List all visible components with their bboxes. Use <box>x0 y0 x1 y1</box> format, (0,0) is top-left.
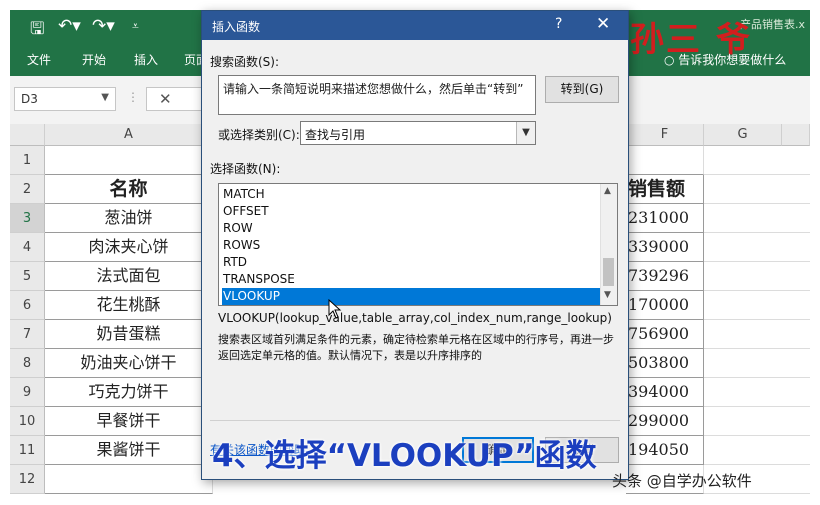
cell-g[interactable] <box>704 233 810 262</box>
scroll-up-icon[interactable]: ▲ <box>604 186 611 196</box>
cell-f[interactable]: 231000 <box>626 204 704 233</box>
cell-a[interactable] <box>45 146 213 175</box>
cell-f[interactable]: 170000 <box>626 291 704 320</box>
watermark: 头条 @自学办公软件 <box>612 472 752 490</box>
select-function-label: 选择函数(N): <box>210 162 281 176</box>
cell-f[interactable]: 739296 <box>626 262 704 291</box>
column-header-blank <box>782 124 810 146</box>
name-box[interactable]: D3 ▼ <box>14 87 116 111</box>
row-header[interactable]: 5 <box>10 262 45 291</box>
chevron-down-icon: ▼ <box>101 92 109 103</box>
cell-a[interactable] <box>45 465 213 494</box>
row-header[interactable]: 10 <box>10 407 45 436</box>
dialog-title: 插入函数 <box>212 20 261 34</box>
cell-a[interactable]: 巧克力饼干 <box>45 378 213 407</box>
function-list-scrollbar[interactable]: ▲ ▼ <box>600 184 617 305</box>
cell-f[interactable]: 394000 <box>626 378 704 407</box>
row-header[interactable]: 6 <box>10 291 45 320</box>
tab-file[interactable]: 文件 <box>27 51 51 68</box>
help-icon[interactable]: ? <box>555 16 562 32</box>
function-list-item[interactable]: ROWS <box>222 237 603 254</box>
cell-a[interactable]: 奶油夹心饼干 <box>45 349 213 378</box>
dialog-title-bar: 插入函数 ? ✕ <box>202 11 628 40</box>
cell-f[interactable]: 339000 <box>626 233 704 262</box>
column-header-f[interactable]: F <box>626 124 704 146</box>
cell-a[interactable]: 名称 <box>45 175 213 204</box>
mouse-cursor-icon <box>328 299 342 319</box>
function-list-item[interactable]: OFFSET <box>222 203 603 220</box>
function-description: 搜索表区域首列满足条件的元素，确定待检索单元格在区域中的行序号，再进一步返回选定… <box>218 333 614 362</box>
cell-f[interactable] <box>626 146 704 175</box>
scrollbar-thumb[interactable] <box>603 258 614 286</box>
formula-cancel-button[interactable]: ✕ <box>146 87 206 111</box>
function-list-item[interactable]: MATCH <box>222 186 603 203</box>
redo-icon[interactable]: ↷▾ <box>92 16 115 36</box>
row-header[interactable]: 11 <box>10 436 45 465</box>
row-header[interactable]: 8 <box>10 349 45 378</box>
name-box-value: D3 <box>21 92 38 106</box>
cell-f[interactable]: 194050 <box>626 436 704 465</box>
step-caption: 4、选择“VLOOKUP”函数 <box>212 438 597 474</box>
function-list-item[interactable]: VLOOKUP <box>222 288 603 305</box>
search-function-value: 请输入一条简短说明来描述您想做什么，然后单击“转到” <box>223 82 524 96</box>
cell-f[interactable]: 756900 <box>626 320 704 349</box>
row-header[interactable]: 2 <box>10 175 45 204</box>
cell-g[interactable] <box>704 204 810 233</box>
row-header[interactable]: 3 <box>10 204 45 233</box>
category-select[interactable]: 查找与引用 ▼ <box>300 121 536 145</box>
search-function-input[interactable]: 请输入一条简短说明来描述您想做什么，然后单击“转到” <box>218 75 536 115</box>
close-icon: ✕ <box>159 90 172 108</box>
customize-toolbar-icon[interactable]: ⩡ <box>132 19 139 34</box>
cell-a[interactable]: 早餐饼干 <box>45 407 213 436</box>
column-header-g[interactable]: G <box>704 124 782 146</box>
cell-g[interactable] <box>704 320 810 349</box>
more-options-icon: ⋮ <box>127 90 139 104</box>
row-header[interactable]: 7 <box>10 320 45 349</box>
function-list-item[interactable]: RTD <box>222 254 603 271</box>
select-all-corner[interactable] <box>10 124 45 146</box>
cell-f[interactable]: 503800 <box>626 349 704 378</box>
column-header-a[interactable]: A <box>45 124 213 146</box>
cell-a[interactable]: 肉沫夹心饼 <box>45 233 213 262</box>
cell-g[interactable] <box>704 407 810 436</box>
cell-a[interactable]: 花生桃酥 <box>45 291 213 320</box>
cell-g[interactable] <box>704 349 810 378</box>
row-header[interactable]: 9 <box>10 378 45 407</box>
row-header[interactable]: 12 <box>10 465 45 494</box>
cell-a[interactable]: 奶昔蛋糕 <box>45 320 213 349</box>
dialog-divider <box>210 420 620 421</box>
cell-a[interactable]: 法式面包 <box>45 262 213 291</box>
save-icon[interactable]: 🖫 <box>30 16 44 45</box>
function-list-item[interactable]: ROW <box>222 220 603 237</box>
scroll-down-icon[interactable]: ▼ <box>604 290 611 300</box>
chevron-down-icon: ▼ <box>516 122 535 144</box>
cell-g[interactable] <box>704 378 810 407</box>
tab-home[interactable]: 开始 <box>82 51 106 68</box>
category-value: 查找与引用 <box>305 128 366 142</box>
cell-a[interactable]: 葱油饼 <box>45 204 213 233</box>
cell-f[interactable]: 销售额 <box>626 175 704 204</box>
cell-g[interactable] <box>704 262 810 291</box>
goto-button[interactable]: 转到(G) <box>545 76 619 103</box>
cell-a[interactable]: 果酱饼干 <box>45 436 213 465</box>
tab-insert[interactable]: 插入 <box>134 51 158 68</box>
function-list-item[interactable]: TRANSPOSE <box>222 271 603 288</box>
close-icon[interactable]: ✕ <box>596 14 610 34</box>
undo-icon[interactable]: ↶▾ <box>58 16 81 36</box>
row-header[interactable]: 4 <box>10 233 45 262</box>
tell-me-label: 告诉我你想要做什么 <box>678 53 787 67</box>
function-signature: VLOOKUP(lookup_value,table_array,col_ind… <box>218 311 612 325</box>
lightbulb-icon: ○ <box>664 53 679 67</box>
cell-g[interactable] <box>704 146 810 175</box>
function-list[interactable]: MATCH OFFSET ROW ROWS RTD TRANSPOSE VLOOKUP ▲ … <box>218 183 618 306</box>
search-function-label: 搜索函数(S): <box>210 55 280 69</box>
cell-f[interactable]: 299000 <box>626 407 704 436</box>
tell-me-search[interactable]: ○ 告诉我你想要做什么 <box>664 51 786 68</box>
cell-g[interactable] <box>704 291 810 320</box>
cell-g[interactable] <box>704 436 810 465</box>
cell-g[interactable] <box>704 175 810 204</box>
category-label: 或选择类别(C): <box>218 128 300 142</box>
row-header[interactable]: 1 <box>10 146 45 175</box>
